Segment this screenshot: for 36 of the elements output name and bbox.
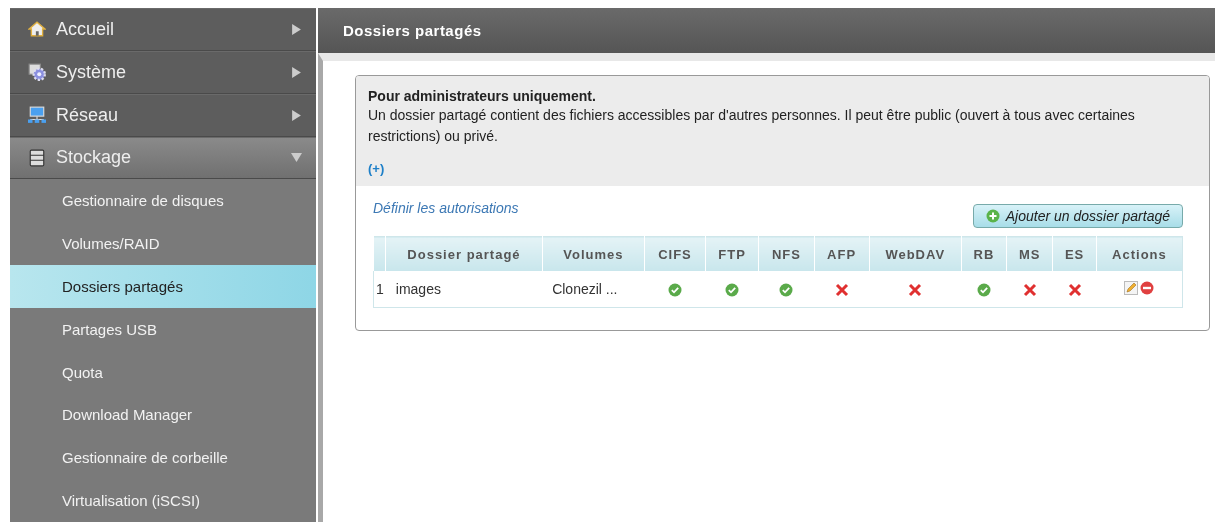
row-number: 1 (373, 271, 386, 308)
delete-icon[interactable] (1140, 280, 1155, 295)
storage-icon (28, 148, 46, 167)
info-text: Un dossier partagé contient des fichiers accessibles par d'autres personnes. Il peut être public (ouvert à tous avec certaines restrictions) ou privé. (368, 106, 1136, 146)
more-link[interactable]: (+) (368, 161, 385, 176)
collapse-arrow-icon (291, 152, 302, 164)
network-icon (28, 106, 46, 125)
column-header: RB (961, 236, 1007, 271)
expand-arrow-icon (291, 109, 302, 121)
column-header: MS (1006, 236, 1053, 271)
column-header: CIFS (644, 236, 706, 271)
plus-icon (985, 209, 1000, 223)
column-header: FTP (705, 236, 759, 271)
expand-arrow-icon (291, 66, 302, 78)
expand-arrow-icon (291, 23, 302, 35)
edit-icon[interactable] (1124, 280, 1139, 295)
info-heading: Pour administrateurs uniquement. (368, 88, 597, 104)
column-header: Dossier partagé (385, 236, 543, 271)
sidebar-subitem[interactable]: Dossiers partagés (10, 265, 316, 308)
column-header: WebDAV (869, 236, 962, 271)
table-cell: images (385, 271, 543, 308)
sidebar-item[interactable]: Accueil (10, 8, 316, 51)
column-header: Actions (1096, 236, 1183, 271)
sidebar-item[interactable]: Réseau (10, 93, 316, 137)
gear-icon (28, 63, 46, 82)
sidebar-item[interactable]: Système (10, 50, 316, 94)
sidebar-item[interactable]: Stockage (10, 136, 316, 180)
page-title: Dossiers partagés (343, 22, 482, 39)
column-header: ES (1052, 236, 1097, 271)
permissions-link[interactable]: Définir les autorisations (373, 200, 519, 216)
column-header: NFS (758, 236, 814, 271)
home-icon (28, 20, 46, 39)
column-header: AFP (814, 236, 870, 271)
table-cell: Clonezil ... (542, 271, 645, 308)
add-folder-button[interactable]: Ajouter un dossier partagé (972, 204, 1183, 228)
column-header: Volumes (542, 236, 645, 271)
